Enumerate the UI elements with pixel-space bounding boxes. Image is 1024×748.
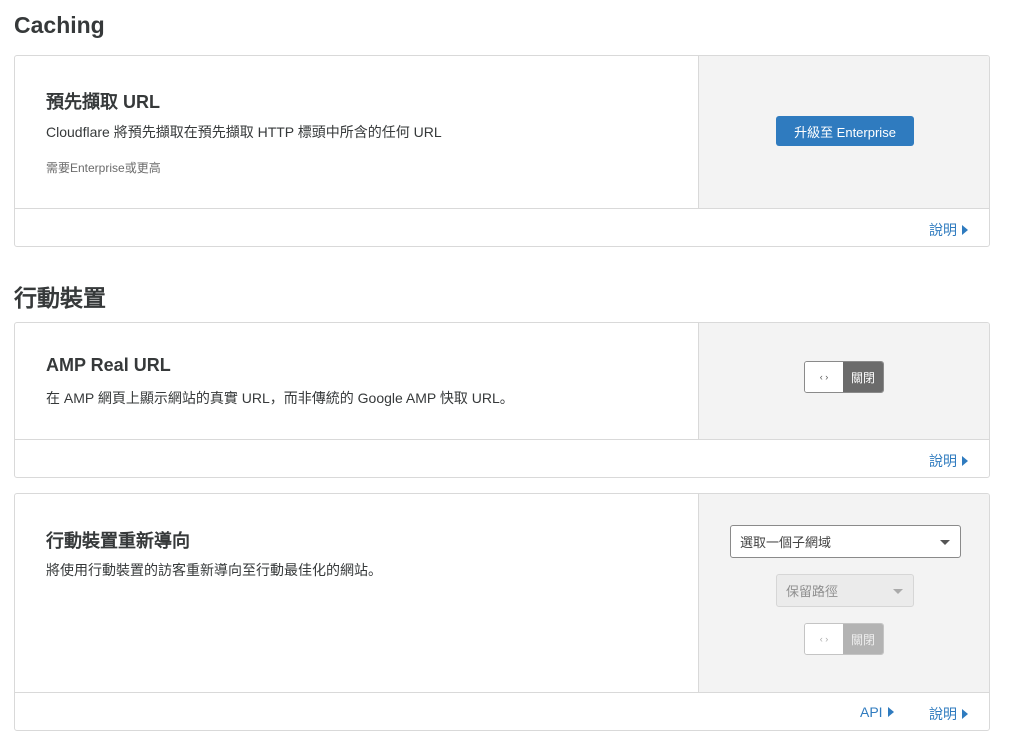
card-footer: API 說明: [15, 693, 989, 730]
setting-name: 預先擷取 URL: [46, 92, 160, 112]
api-link[interactable]: API: [860, 704, 894, 720]
api-link-label: API: [860, 704, 883, 720]
toggle-arrows-icon: ‹ ›: [805, 362, 843, 392]
arrow-right-icon: [962, 225, 968, 235]
section-title-caching: Caching: [14, 12, 105, 38]
card-control-panel: 選取一個子網域 保留路徑 ‹ › 關閉: [698, 494, 989, 692]
plan-requirement-note: 需要Enterprise或更高: [46, 161, 161, 175]
card-info: 預先擷取 URL Cloudflare 將預先擷取在預先擷取 HTTP 標頭中所…: [15, 56, 698, 208]
caret-down-icon: [893, 588, 903, 594]
setting-description: Cloudflare 將預先擷取在預先擷取 HTTP 標頭中所含的任何 URL: [46, 124, 442, 140]
keep-path-select-value: 保留路徑: [786, 584, 839, 599]
help-link[interactable]: 說明: [929, 220, 968, 240]
arrow-right-icon: [962, 709, 968, 719]
card-footer: 說明: [15, 209, 989, 246]
arrow-right-icon: [962, 456, 968, 466]
subdomain-select-value: 選取一個子網域: [740, 535, 832, 550]
setting-description: 將使用行動裝置的訪客重新導向至行動最佳化的網站。: [46, 562, 382, 578]
card-body: AMP Real URL 在 AMP 網頁上顯示網站的真實 URL，而非傳統的 …: [15, 323, 989, 440]
card-footer: 說明: [15, 440, 989, 477]
upgrade-enterprise-button[interactable]: 升級至 Enterprise: [776, 116, 914, 146]
help-link[interactable]: 說明: [929, 451, 968, 471]
help-link-label: 說明: [929, 706, 957, 722]
help-link-label: 說明: [929, 222, 957, 238]
caret-down-icon: [940, 539, 950, 545]
card-info: 行動裝置重新導向 將使用行動裝置的訪客重新導向至行動最佳化的網站。: [15, 494, 698, 692]
card-amp-real-url: AMP Real URL 在 AMP 網頁上顯示網站的真實 URL，而非傳統的 …: [14, 322, 990, 478]
card-control-panel: ‹ › 關閉: [698, 323, 989, 439]
card-prefetch-url: 預先擷取 URL Cloudflare 將預先擷取在預先擷取 HTTP 標頭中所…: [14, 55, 990, 247]
card-mobile-redirect: 行動裝置重新導向 將使用行動裝置的訪客重新導向至行動最佳化的網站。 選取一個子網…: [14, 493, 990, 731]
help-link-label: 說明: [929, 453, 957, 469]
card-body: 預先擷取 URL Cloudflare 將預先擷取在預先擷取 HTTP 標頭中所…: [15, 56, 989, 209]
toggle-state-label: 關閉: [843, 362, 883, 392]
setting-name: 行動裝置重新導向: [46, 531, 190, 551]
card-control-panel: 升級至 Enterprise: [698, 56, 989, 208]
toggle-arrows-icon: ‹ ›: [805, 624, 843, 654]
setting-description: 在 AMP 網頁上顯示網站的真實 URL，而非傳統的 Google AMP 快取…: [46, 390, 514, 406]
keep-path-select: 保留路徑: [776, 574, 914, 607]
help-link[interactable]: 說明: [929, 704, 968, 724]
amp-real-url-toggle[interactable]: ‹ › 關閉: [804, 361, 884, 393]
mobile-redirect-toggle: ‹ › 關閉: [804, 623, 884, 655]
section-title-mobile: 行動裝置: [14, 285, 106, 311]
setting-name: AMP Real URL: [46, 355, 171, 375]
toggle-state-label: 關閉: [843, 624, 883, 654]
arrow-right-icon: [887, 707, 894, 717]
card-body: 行動裝置重新導向 將使用行動裝置的訪客重新導向至行動最佳化的網站。 選取一個子網…: [15, 494, 989, 693]
card-info: AMP Real URL 在 AMP 網頁上顯示網站的真實 URL，而非傳統的 …: [15, 323, 698, 439]
subdomain-select[interactable]: 選取一個子網域: [730, 525, 961, 558]
